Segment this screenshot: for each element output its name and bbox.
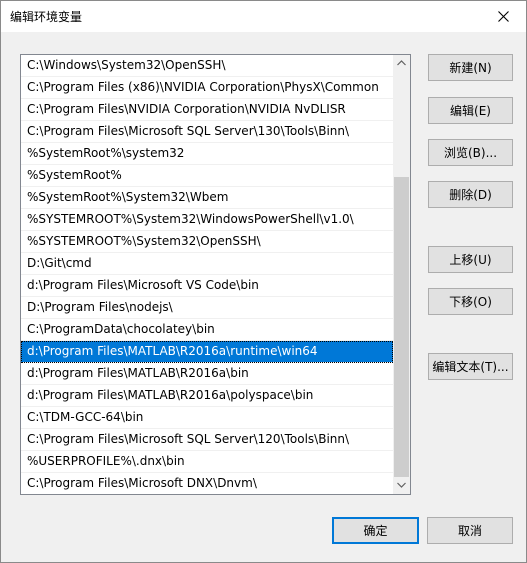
list-item[interactable]: C:\Program Files\Microsoft SQL Server\13… [21,121,393,143]
browse-button[interactable]: 浏览(B)... [428,139,513,166]
scroll-up-button[interactable] [393,55,410,72]
list-item[interactable]: %SystemRoot% [21,165,393,187]
vertical-scrollbar[interactable] [393,55,410,494]
list-item[interactable]: C:\Program Files\Microsoft SQL Server\12… [21,429,393,451]
list-item[interactable]: %SYSTEMROOT%\System32\WindowsPowerShell\… [21,209,393,231]
list-item[interactable]: C:\Program Files\NVIDIA Corporation\NVID… [21,99,393,121]
edit-button[interactable]: 编辑(E) [428,97,513,124]
list-item[interactable]: C:\ProgramData\chocolatey\bin [21,319,393,341]
list-item[interactable]: C:\TDM-GCC-64\bin [21,407,393,429]
edit-text-button[interactable]: 编辑文本(T)... [428,353,513,380]
close-icon [498,11,509,22]
edit-environment-variable-dialog: 编辑环境变量 C:\Windows\System32\OpenSSH\ C:\Pr… [0,0,527,563]
list-item[interactable]: C:\Windows\System32\OpenSSH\ [21,55,393,77]
list-item[interactable]: d:\Program Files\MATLAB\R2016a\bin [21,363,393,385]
close-button[interactable] [480,1,526,32]
ok-button[interactable]: 确定 [332,517,419,544]
list-item[interactable]: %SystemRoot%\system32 [21,143,393,165]
dialog-title: 编辑环境变量 [10,10,83,24]
list-item[interactable]: d:\Program Files\MATLAB\R2016a\runtime\w… [21,341,393,363]
path-list-items: C:\Windows\System32\OpenSSH\ C:\Program F… [21,55,393,494]
path-list[interactable]: C:\Windows\System32\OpenSSH\ C:\Program F… [20,54,411,495]
list-item[interactable]: %SystemRoot%\System32\Wbem [21,187,393,209]
list-item[interactable]: D:\Program Files\nodejs\ [21,297,393,319]
move-up-button[interactable]: 上移(U) [428,246,513,273]
cancel-button[interactable]: 取消 [427,517,513,544]
new-button[interactable]: 新建(N) [428,54,513,81]
move-down-button[interactable]: 下移(O) [428,288,513,315]
title-bar: 编辑环境变量 [1,1,526,32]
list-item[interactable]: d:\Program Files\Microsoft VS Code\bin [21,275,393,297]
scroll-thumb[interactable] [394,177,409,477]
list-item[interactable]: d:\Program Files\MATLAB\R2016a\polyspace… [21,385,393,407]
scroll-down-button[interactable] [393,477,410,494]
list-item[interactable]: C:\Program Files (x86)\NVIDIA Corporatio… [21,77,393,99]
list-item[interactable]: %SYSTEMROOT%\System32\OpenSSH\ [21,231,393,253]
list-item[interactable]: %USERPROFILE%\.dnx\bin [21,451,393,473]
delete-button[interactable]: 删除(D) [428,181,513,208]
chevron-up-icon [397,60,406,66]
list-item[interactable]: D:\Git\cmd [21,253,393,275]
list-item[interactable]: C:\Program Files\Microsoft DNX\Dnvm\ [21,473,393,494]
chevron-down-icon [397,482,406,488]
